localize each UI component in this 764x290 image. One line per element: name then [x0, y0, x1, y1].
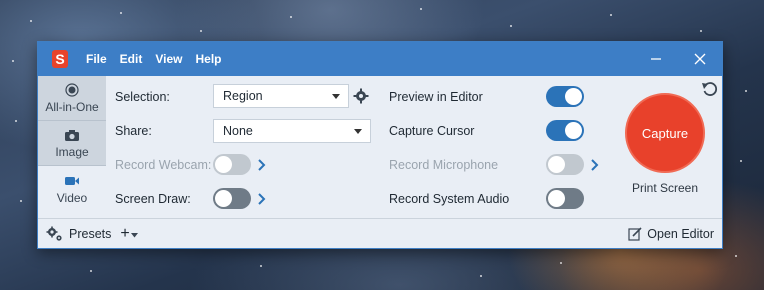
- screen-draw-options-chevron-icon[interactable]: [257, 192, 267, 206]
- menu-edit[interactable]: Edit: [120, 52, 143, 66]
- minimize-icon: [651, 58, 661, 60]
- preview-in-editor-label: Preview in Editor: [389, 90, 483, 104]
- record-webcam-toggle[interactable]: [213, 154, 251, 175]
- capture-button[interactable]: Capture: [625, 93, 705, 173]
- tab-image[interactable]: Image: [38, 121, 106, 166]
- chevron-down-icon: [354, 129, 362, 134]
- add-preset-dropdown-icon[interactable]: [130, 232, 138, 238]
- snagit-capture-window: S File Edit View Help All-in-One Image V…: [37, 41, 723, 249]
- close-button[interactable]: [678, 42, 722, 76]
- presets-gear-icon[interactable]: [46, 226, 64, 242]
- radio-dot-icon: [65, 82, 79, 98]
- tab-video-label: Video: [56, 190, 88, 205]
- screen-draw-label: Screen Draw:: [115, 192, 191, 206]
- share-dropdown[interactable]: None: [213, 119, 371, 143]
- record-microphone-label: Record Microphone: [389, 158, 499, 172]
- record-webcam-label: Record Webcam:: [115, 158, 212, 172]
- selection-label: Selection:: [115, 90, 170, 104]
- add-preset-button[interactable]: +: [120, 225, 129, 243]
- presets-label[interactable]: Presets: [69, 227, 111, 241]
- reset-undo-icon[interactable]: [701, 80, 719, 98]
- title-bar: S File Edit View Help: [38, 42, 722, 76]
- menu-file[interactable]: File: [86, 52, 107, 66]
- tab-image-label: Image: [55, 145, 89, 159]
- capture-hotkey-label: Print Screen: [631, 181, 699, 195]
- chevron-down-icon: [332, 94, 340, 99]
- camera-icon: [64, 127, 80, 143]
- tab-video[interactable]: Video: [38, 166, 106, 211]
- record-microphone-toggle[interactable]: [546, 154, 584, 175]
- video-camera-icon: [64, 173, 80, 189]
- tab-all-in-one-label: All-in-One: [45, 100, 99, 114]
- footer-bar: Presets + Open Editor: [38, 218, 722, 248]
- open-editor-button[interactable]: Open Editor: [628, 227, 714, 241]
- record-system-audio-label: Record System Audio: [389, 192, 510, 206]
- edit-icon: [628, 226, 642, 241]
- capture-mode-sidebar: All-in-One Image Video: [38, 76, 106, 212]
- record-system-audio-toggle[interactable]: [546, 188, 584, 209]
- preview-in-editor-toggle[interactable]: [546, 86, 584, 107]
- menu-bar: File Edit View Help: [86, 52, 222, 66]
- menu-help[interactable]: Help: [195, 52, 221, 66]
- share-label: Share:: [115, 124, 152, 138]
- capture-cursor-label: Capture Cursor: [389, 124, 475, 138]
- webcam-options-chevron-icon[interactable]: [257, 158, 267, 172]
- share-value: None: [223, 124, 253, 138]
- minimize-button[interactable]: [634, 42, 678, 76]
- selection-dropdown[interactable]: Region: [213, 84, 349, 108]
- microphone-options-chevron-icon[interactable]: [590, 158, 600, 172]
- capture-cursor-toggle[interactable]: [546, 120, 584, 141]
- close-icon: [694, 53, 706, 65]
- app-logo-icon: S: [52, 50, 68, 68]
- selection-settings-gear-icon[interactable]: [353, 88, 369, 104]
- tab-all-in-one[interactable]: All-in-One: [38, 76, 106, 121]
- open-editor-label: Open Editor: [647, 226, 714, 241]
- screen-draw-toggle[interactable]: [213, 188, 251, 209]
- capture-button-label: Capture: [641, 125, 689, 141]
- menu-view[interactable]: View: [155, 52, 182, 66]
- selection-value: Region: [223, 89, 263, 103]
